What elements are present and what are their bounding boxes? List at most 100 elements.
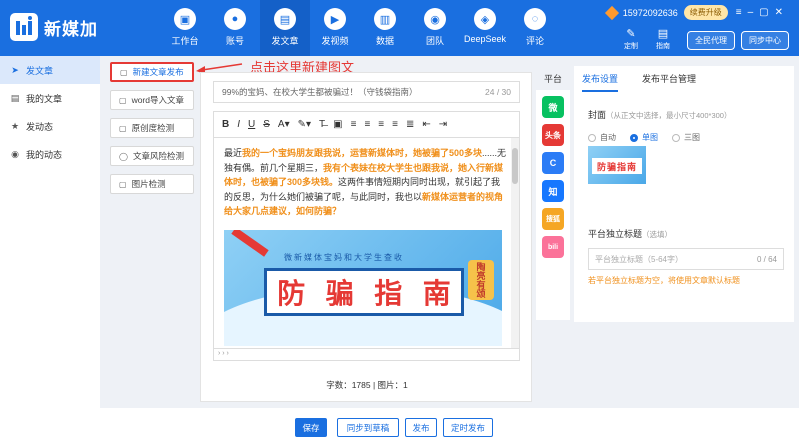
image-check-button[interactable]: ▢ 图片检测 [110, 174, 194, 194]
toutiao-icon[interactable]: 头条 [542, 124, 564, 146]
zhihu-icon[interactable]: 知 [542, 180, 564, 202]
logo-mark-icon [10, 13, 38, 41]
tab-publish-settings[interactable]: 发布设置 [582, 72, 619, 92]
insert-image-icon[interactable]: ▣ [333, 119, 342, 130]
header-right: 15972092636 续费升级 ≡–▢✕ ✎ 定制 ▤ 指南 全民代理 同步中… [549, 5, 789, 51]
banner-char: 指 [374, 278, 403, 309]
vip-diamond-icon [604, 5, 619, 20]
menu-icon[interactable]: ≡ [736, 7, 748, 18]
align-center-icon[interactable]: ≡ [364, 119, 370, 130]
wechat-icon[interactable]: 微 [542, 96, 564, 118]
highlighted-text: 我的一个宝妈朋友跟我说，运营新媒体时，她被骗了500多块 [242, 148, 483, 158]
sidebar-item-label: 发动态 [26, 121, 54, 132]
banner-char: 南 [422, 278, 451, 309]
bold-icon[interactable]: B [222, 119, 229, 130]
originality-check-button[interactable]: ▢ 原创度检测 [110, 118, 194, 138]
title-warning: 若平台独立标题为空，将使用文章默认标题 [588, 276, 740, 285]
customize-button[interactable]: ✎ 定制 [617, 29, 645, 51]
nav-label: 账号 [225, 36, 244, 46]
cover-mode: 自动 单图 三图 [588, 132, 714, 143]
shield-icon: ◯ [119, 151, 128, 161]
banner-char: 防 [277, 278, 306, 309]
publish-settings: 发布设置 发布平台管理 封面（从正文中选择，最小尺寸400*300） 自动 单图… [574, 66, 794, 322]
banner-title: 防 骗 指 南 [264, 268, 464, 316]
align-justify-icon[interactable]: ≡ [392, 119, 398, 130]
schedule-publish-button[interactable]: 定时发布 [443, 418, 493, 437]
sync-draft-button[interactable]: 同步到草稿 [337, 418, 399, 437]
input-count: 0 / 64 [756, 254, 777, 264]
word-import-button[interactable]: ▢ word导入文章 [110, 90, 194, 110]
tab-platform-management[interactable]: 发布平台管理 [642, 72, 696, 92]
nav-account[interactable]: ● 账号 [210, 0, 260, 56]
radio-triple[interactable]: 三图 [672, 132, 700, 143]
subtitle-label: 平台独立标题（选填） [588, 227, 672, 240]
editor-scrollbar[interactable] [511, 138, 519, 348]
phone-number: 15972092636 [622, 7, 678, 18]
align-left-icon[interactable]: ≡ [351, 119, 357, 130]
nav-team[interactable]: ◉ 团队 [410, 0, 460, 56]
nav-label: 评论 [525, 36, 544, 46]
platform-list: 微 头条 C 知 搜狐 bili [536, 90, 570, 320]
publish-button[interactable]: 发布 [405, 418, 437, 437]
sohu-icon[interactable]: 搜狐 [542, 208, 564, 230]
renew-upgrade-button[interactable]: 续费升级 [683, 5, 728, 20]
sidebar-item-my-moments[interactable]: ◉ 我的动态 [0, 140, 100, 168]
title-value: 99%的宝妈、在校大学生都被骗过！（守钱袋指南） [222, 87, 418, 97]
article-paragraph: 最近我的一个宝妈朋友跟我说，运营新媒体时，她被骗了500多块......无独有偶… [224, 146, 509, 219]
action-bar: 保存 同步到草稿 发布 定时发布 [100, 408, 799, 443]
guide-button[interactable]: ▤ 指南 [649, 29, 677, 51]
nav-publish-article[interactable]: ▤ 发文章 [260, 0, 310, 56]
clear-format-icon[interactable]: T̶ [319, 119, 325, 130]
data-icon: ▥ [374, 8, 396, 30]
article-banner-image[interactable]: 微新媒体宝妈和大学生查收 防 骗 指 南 陶亮有颂 [224, 230, 502, 346]
highlight-icon[interactable]: ✎▾ [298, 119, 311, 130]
underline-icon[interactable]: U [248, 119, 255, 130]
outdent-icon[interactable]: ⇤ [422, 119, 430, 130]
tool-label: 原创度检测 [131, 123, 175, 133]
cover-thumbnail[interactable]: 防骗指南 [588, 146, 646, 184]
save-button[interactable]: 保存 [295, 418, 327, 437]
format-toolbar: B I U S A▾ ✎▾ T̶ ▣ ≡ ≡ ≡ ≡ ≣ ⇤ ⇥ [213, 111, 520, 137]
comment-icon: ◌ [524, 8, 546, 30]
banner-tag: 陶亮有颂 [468, 260, 494, 300]
element-path: › › › [213, 349, 520, 361]
close-icon[interactable]: ✕ [775, 7, 789, 18]
baijiahao-icon[interactable]: C [542, 152, 564, 174]
guide-icon: ▤ [657, 28, 669, 40]
agent-button[interactable]: 全民代理 [687, 30, 735, 50]
editor-content[interactable]: 最近我的一个宝妈朋友跟我说，运营新媒体时，她被骗了500多块......无独有偶… [213, 137, 520, 349]
strikethrough-icon[interactable]: S [263, 119, 270, 130]
new-article-button[interactable]: ▢ 新建文章发布 [110, 62, 194, 82]
align-right-icon[interactable]: ≡ [378, 119, 384, 130]
article-tools: ▢ 新建文章发布 ▢ word导入文章 ▢ 原创度检测 ◯ 文章风险检测 ▢ 图… [106, 62, 194, 202]
radio-auto[interactable]: 自动 [588, 132, 616, 143]
nav-label: 发视频 [321, 36, 349, 46]
minimize-icon[interactable]: – [748, 7, 760, 18]
header-tools: ✎ 定制 ▤ 指南 全民代理 同步中心 [617, 29, 789, 51]
platform-title-input[interactable]: 平台独立标题（5-64字） 0 / 64 [588, 248, 784, 270]
maximize-icon[interactable]: ▢ [759, 7, 774, 18]
tool-label: 新建文章发布 [132, 67, 184, 77]
subtitle-label-text: 平台独立标题 [588, 229, 643, 239]
font-color-icon[interactable]: A▾ [278, 119, 290, 130]
list-icon[interactable]: ≣ [406, 119, 414, 130]
nav-workbench[interactable]: ▣ 工作台 [160, 0, 210, 56]
title-count: 24 / 30 [485, 87, 511, 97]
sidebar-item-my-articles[interactable]: ▤ 我的文章 [0, 84, 100, 112]
risk-check-button[interactable]: ◯ 文章风险检测 [110, 146, 194, 166]
customize-label: 定制 [624, 43, 638, 50]
sync-center-button[interactable]: 同步中心 [741, 30, 789, 50]
radio-single[interactable]: 单图 [630, 132, 658, 143]
sidebar-item-publish-article[interactable]: ➤ 发文章 [0, 56, 100, 84]
guide-label: 指南 [656, 43, 670, 50]
indent-icon[interactable]: ⇥ [439, 119, 447, 130]
nav-publish-video[interactable]: ▶ 发视频 [310, 0, 360, 56]
nav-deepseek[interactable]: ◈ DeepSeek [460, 0, 510, 56]
subtitle-hint: （选填） [642, 230, 673, 239]
customize-icon: ✎ [626, 28, 636, 40]
bilibili-icon[interactable]: bili [542, 236, 564, 258]
title-input[interactable]: 99%的宝妈、在校大学生都被骗过！（守钱袋指南） 24 / 30 [213, 81, 520, 103]
nav-data[interactable]: ▥ 数据 [360, 0, 410, 56]
sidebar-item-publish-moment[interactable]: ★ 发动态 [0, 112, 100, 140]
italic-icon[interactable]: I [237, 119, 240, 130]
